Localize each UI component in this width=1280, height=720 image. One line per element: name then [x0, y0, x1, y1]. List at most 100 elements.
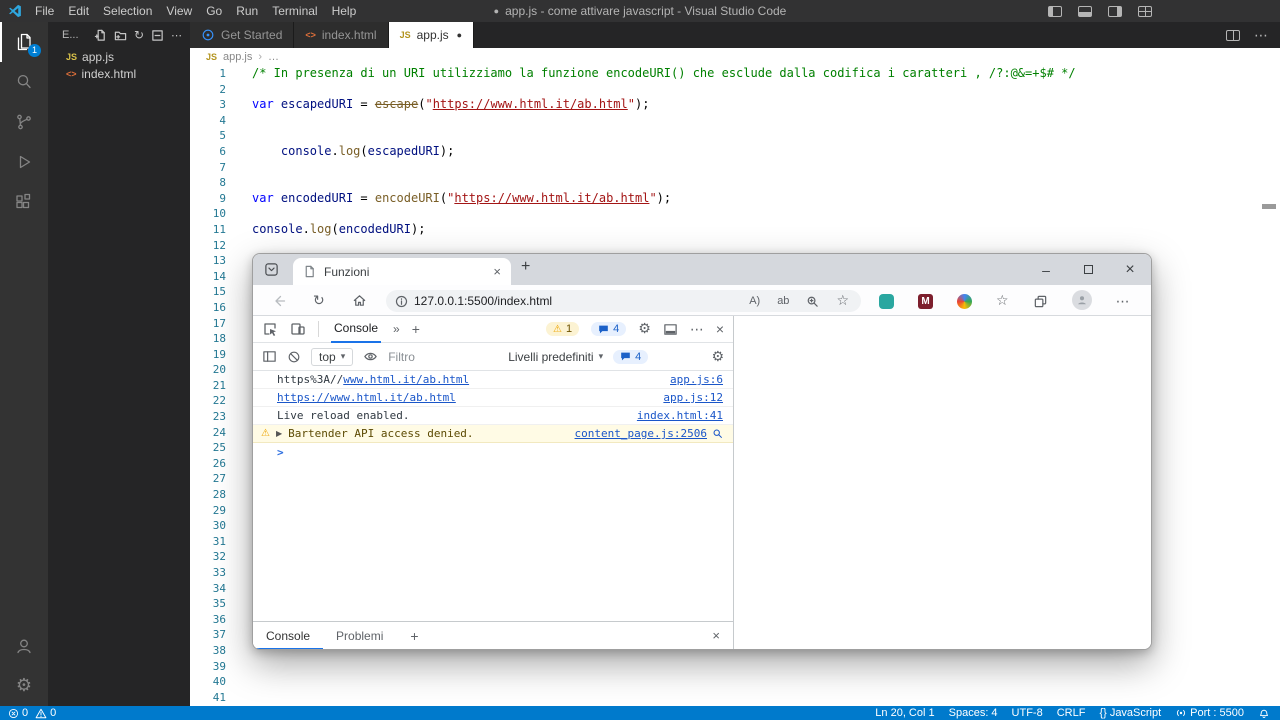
explorer-activity-button[interactable]: 1 — [0, 22, 48, 62]
notifications-bell-icon[interactable] — [1258, 707, 1270, 719]
eol-sequence[interactable]: CRLF — [1057, 707, 1086, 719]
indentation[interactable]: Spaces: 4 — [949, 707, 998, 719]
drawer-add-icon[interactable]: + — [410, 628, 418, 644]
url-text[interactable]: 127.0.0.1:5500/index.html — [414, 294, 552, 308]
source-link[interactable]: content_page.js:2506 — [575, 427, 707, 440]
new-tab-icon[interactable]: + — [521, 258, 530, 276]
tab-app-js[interactable]: JS app.js ● — [389, 22, 474, 48]
browser-tab[interactable]: Funzioni × — [293, 258, 511, 285]
extension-m-icon[interactable]: M — [918, 294, 933, 309]
toggle-panel-icon[interactable] — [1078, 6, 1092, 17]
language-mode[interactable]: {} JavaScript — [1099, 707, 1161, 719]
explorer-more-icon[interactable]: ⋯ — [171, 29, 182, 42]
home-icon[interactable] — [352, 293, 367, 308]
profile-avatar[interactable] — [1072, 290, 1092, 310]
devtools-more-icon[interactable]: ⋯ — [690, 321, 704, 338]
close-icon[interactable]: × — [1109, 254, 1151, 285]
scrollbar-decoration[interactable] — [1262, 204, 1276, 209]
site-info-icon[interactable] — [395, 295, 408, 308]
file-item-indexhtml[interactable]: <> index.html — [48, 65, 190, 82]
browser-more-icon[interactable]: ⋯ — [1116, 293, 1130, 310]
refresh-explorer-icon[interactable]: ↻ — [134, 29, 144, 41]
breadcrumb[interactable]: JS app.js › … — [190, 48, 1280, 66]
read-aloud-icon[interactable]: A) — [749, 295, 760, 307]
menu-edit[interactable]: Edit — [61, 0, 96, 22]
console-filter-input[interactable] — [388, 350, 498, 364]
more-tabs-icon[interactable]: » — [393, 322, 400, 336]
levels-messages-badge[interactable]: 4 — [613, 350, 648, 364]
extension-c-icon[interactable] — [957, 294, 972, 309]
console-input-row[interactable]: > — [253, 443, 733, 461]
translate-icon[interactable]: ab — [777, 295, 789, 307]
tab-get-started[interactable]: Get Started — [190, 22, 294, 48]
expand-icon[interactable]: ▶ — [276, 429, 282, 438]
device-toolbar-icon[interactable] — [290, 321, 306, 337]
breadcrumb-file[interactable]: app.js — [223, 51, 252, 63]
drawer-tab-problems[interactable]: Problemi — [323, 622, 396, 650]
source-link[interactable]: index.html:41 — [637, 409, 723, 422]
menu-help[interactable]: Help — [325, 0, 364, 22]
editor-more-icon[interactable]: ⋯ — [1254, 27, 1268, 44]
tab-index-html[interactable]: <> index.html — [294, 22, 388, 48]
context-selector[interactable]: top ▾ — [311, 348, 353, 366]
run-debug-activity-button[interactable] — [0, 142, 48, 182]
back-icon[interactable] — [271, 293, 287, 309]
new-file-icon[interactable] — [94, 29, 107, 42]
split-editor-icon[interactable] — [1226, 30, 1240, 41]
source-link[interactable]: app.js:6 — [670, 373, 723, 386]
manage-button[interactable]: ⚙ — [0, 666, 48, 706]
tab-close-icon[interactable]: × — [493, 264, 501, 279]
page-viewport[interactable] — [735, 316, 1151, 649]
collections-icon[interactable] — [1033, 294, 1048, 309]
extensions-activity-button[interactable] — [0, 182, 48, 222]
add-panel-icon[interactable]: + — [412, 321, 420, 337]
devtools-settings-icon[interactable]: ⚙ — [638, 321, 651, 337]
console-settings-icon[interactable]: ⚙ — [711, 349, 724, 365]
source-link[interactable]: app.js:12 — [663, 391, 723, 404]
customize-layout-icon[interactable] — [1138, 6, 1152, 17]
account-button[interactable] — [0, 626, 48, 666]
collapse-folders-icon[interactable] — [151, 29, 164, 42]
search-result-icon[interactable] — [712, 428, 723, 439]
address-bar[interactable]: 127.0.0.1:5500/index.html A) ab ☆ — [386, 290, 861, 312]
devtools-tab-console[interactable]: Console — [331, 316, 381, 343]
eye-icon[interactable] — [363, 349, 378, 364]
menu-terminal[interactable]: Terminal — [265, 0, 324, 22]
menu-go[interactable]: Go — [199, 0, 229, 22]
menu-file[interactable]: File — [28, 0, 61, 22]
refresh-icon[interactable]: ↻ — [313, 294, 325, 308]
source-control-activity-button[interactable] — [0, 102, 48, 142]
breadcrumb-more[interactable]: … — [268, 51, 279, 63]
tab-actions-icon[interactable] — [264, 262, 279, 277]
message-link[interactable]: www.html.it/ab.html — [343, 373, 469, 386]
zoom-icon[interactable] — [806, 295, 819, 308]
unsaved-dot[interactable]: ● — [457, 30, 462, 40]
drawer-close-icon[interactable]: × — [712, 628, 733, 643]
live-server-port[interactable]: Port : 5500 — [1175, 707, 1244, 719]
console-sidebar-icon[interactable] — [262, 349, 277, 364]
menu-view[interactable]: View — [159, 0, 199, 22]
drawer-tab-console[interactable]: Console — [253, 622, 323, 650]
problems-status[interactable]: 0 0 — [8, 707, 56, 719]
dock-side-icon[interactable] — [663, 322, 678, 337]
encoding[interactable]: UTF-8 — [1012, 707, 1043, 719]
search-activity-button[interactable] — [0, 62, 48, 102]
menu-run[interactable]: Run — [229, 0, 265, 22]
log-levels-selector[interactable]: Livelli predefiniti ▾ — [508, 350, 603, 364]
new-folder-icon[interactable] — [114, 29, 127, 42]
console-warning-badge[interactable]: ⚠ 1 — [546, 322, 579, 336]
console-messages-badge[interactable]: 4 — [591, 322, 626, 336]
extension-a-icon[interactable] — [879, 294, 894, 309]
devtools-close-icon[interactable]: × — [716, 321, 724, 337]
message-link[interactable]: https://www.html.it/ab.html — [277, 391, 456, 404]
clear-console-icon[interactable] — [287, 350, 301, 364]
maximize-icon[interactable] — [1067, 254, 1109, 285]
menu-selection[interactable]: Selection — [96, 0, 159, 22]
inspect-element-icon[interactable] — [262, 321, 278, 337]
toggle-secondary-sidebar-icon[interactable] — [1108, 6, 1122, 17]
minimize-icon[interactable]: – — [1025, 254, 1067, 285]
toggle-sidebar-icon[interactable] — [1048, 6, 1062, 17]
file-item-appjs[interactable]: JS app.js — [48, 48, 190, 65]
favorites-icon[interactable]: ☆ — [996, 293, 1009, 309]
add-favorite-icon[interactable]: ☆ — [836, 293, 849, 309]
